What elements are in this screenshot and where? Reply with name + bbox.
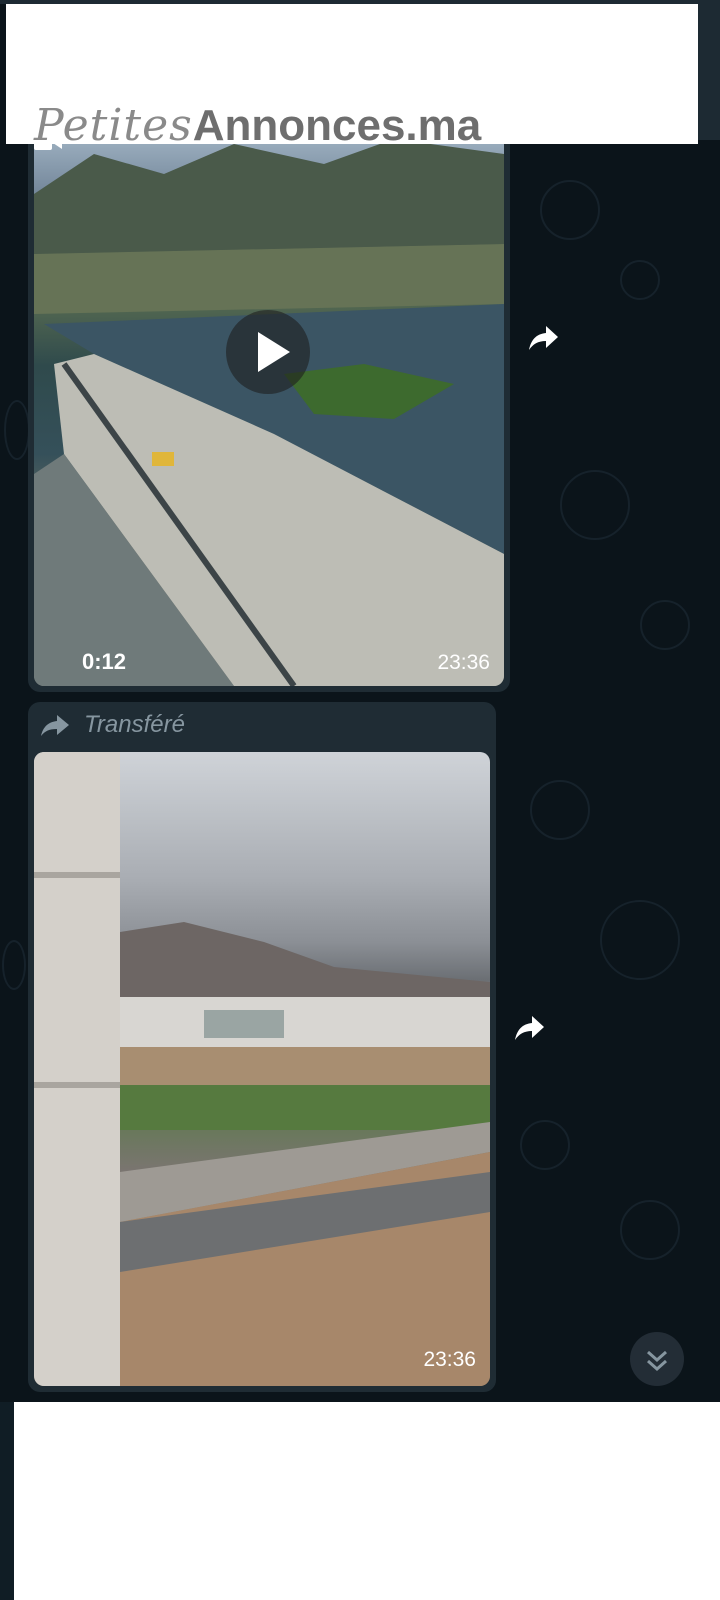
forwarded-header: Transféré	[40, 710, 185, 740]
play-button[interactable]	[226, 310, 310, 394]
forwarded-arrow-icon	[41, 715, 69, 736]
forwarded-video-message-bubble[interactable]: Transféré 23:36	[28, 702, 496, 1392]
screen: PetitesAnnonces.ma 0:12 23:36 Transféré …	[0, 0, 720, 1600]
wallpaper-doodle	[620, 260, 660, 300]
message-timestamp: 23:36	[437, 651, 490, 674]
wallpaper-doodle	[4, 400, 30, 460]
share-forward-icon	[515, 1016, 544, 1040]
share-forward-icon	[529, 326, 558, 350]
video-thumbnail-scene	[34, 752, 490, 1386]
top-right-edge	[696, 0, 720, 145]
video-duration: 0:12	[82, 649, 127, 674]
bottom-left-edge	[0, 1402, 14, 1600]
double-chevron-down-icon	[647, 1350, 667, 1372]
watermark-block-text: Annonces.ma	[192, 101, 482, 150]
video-thumbnail[interactable]: 0:12 23:36	[34, 140, 504, 686]
share-button[interactable]	[508, 1006, 552, 1050]
wallpaper-doodle	[540, 180, 600, 240]
wallpaper-doodle	[620, 1200, 680, 1260]
wallpaper-doodle	[530, 780, 590, 840]
wallpaper-doodle	[640, 600, 690, 650]
forwarded-label: Transféré	[84, 711, 185, 738]
wallpaper-doodle	[520, 1120, 570, 1170]
video-thumbnail-scene	[34, 140, 504, 686]
blank-bottom-area	[14, 1402, 720, 1600]
wallpaper-doodle	[600, 900, 680, 980]
share-button[interactable]	[522, 316, 566, 360]
video-thumbnail[interactable]: 23:36	[34, 752, 490, 1386]
wallpaper-doodle	[560, 470, 630, 540]
message-timestamp: 23:36	[423, 1348, 476, 1371]
scroll-to-bottom-button[interactable]	[630, 1332, 684, 1386]
play-icon	[258, 332, 290, 372]
wallpaper-doodle	[2, 940, 26, 990]
watermark-logo: PetitesAnnonces.ma	[34, 104, 481, 148]
video-message-bubble[interactable]: 0:12 23:36	[28, 140, 510, 692]
chat-area[interactable]: 0:12 23:36 Transféré 23:36	[0, 140, 720, 1402]
watermark-script-text: Petites	[34, 100, 193, 151]
